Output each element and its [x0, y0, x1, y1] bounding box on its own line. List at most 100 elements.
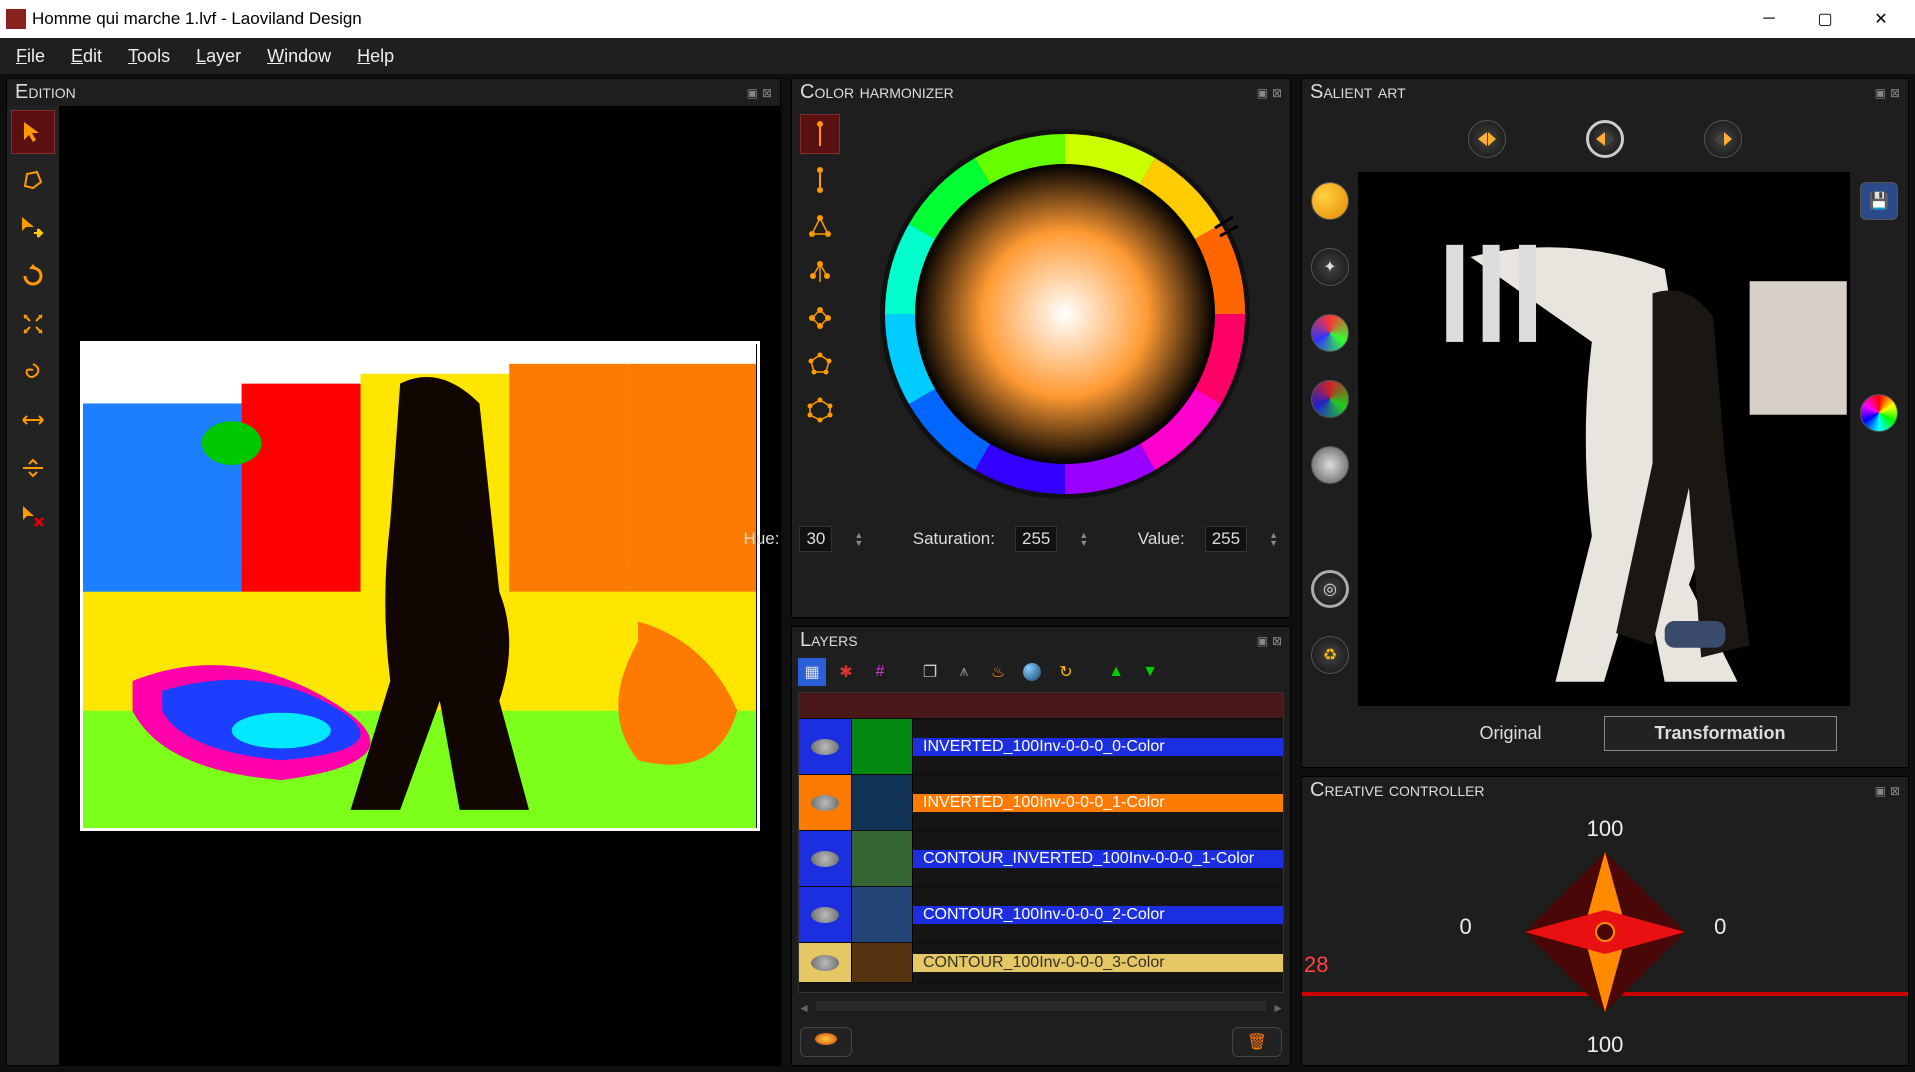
- scheme-analogous[interactable]: [800, 344, 840, 384]
- cc-right-val: 0: [1714, 914, 1726, 940]
- scheme-triad[interactable]: [800, 206, 840, 246]
- layer-label: CONTOUR_INVERTED_100Inv-0-0-0_1-Color: [913, 850, 1283, 868]
- tab-transformation[interactable]: Transformation: [1604, 716, 1837, 751]
- cc-bottom-val: 100: [1587, 1032, 1624, 1058]
- layer-row[interactable]: INVERTED_100Inv-0-0-0_1-Color: [799, 775, 1283, 831]
- panel-float-icon[interactable]: ▣: [1257, 86, 1268, 100]
- layers-btn-sphere[interactable]: [1018, 658, 1046, 686]
- canvas[interactable]: [80, 341, 760, 831]
- panel-close-icon[interactable]: ⊠: [1890, 86, 1900, 100]
- app-icon: [6, 9, 26, 29]
- layers-btn-dup[interactable]: ❐: [916, 658, 944, 686]
- hue-input[interactable]: 30: [799, 526, 832, 552]
- tool-vertical-icon[interactable]: [11, 446, 55, 490]
- sal-tool-rgb[interactable]: [1311, 314, 1349, 352]
- creative-controller-pad[interactable]: 100 0 0 100 28: [1302, 804, 1908, 1065]
- sal-save-icon[interactable]: 💾: [1860, 182, 1898, 220]
- color-wheel[interactable]: [848, 114, 1282, 514]
- tool-move[interactable]: [11, 206, 55, 250]
- menubar: File Edit Tools Layer Window Help: [0, 38, 1915, 74]
- menu-help[interactable]: Help: [345, 40, 406, 73]
- panel-title-edition: Edition ▣⊠: [7, 79, 780, 106]
- layers-btn-merge[interactable]: ⩚: [950, 658, 978, 686]
- layers-colorize-button[interactable]: [800, 1027, 852, 1057]
- panel-float-icon[interactable]: ▣: [1875, 784, 1886, 798]
- close-button[interactable]: ✕: [1853, 0, 1909, 38]
- tool-polygon[interactable]: [11, 158, 55, 202]
- salient-tabs: Original Transformation: [1308, 706, 1902, 761]
- layers-btn-cycle[interactable]: ↻: [1052, 658, 1080, 686]
- hue-label: Hue:: [744, 529, 780, 549]
- sal-tool-color[interactable]: [1311, 182, 1349, 220]
- menu-tools[interactable]: Tools: [116, 40, 182, 73]
- menu-edit[interactable]: Edit: [59, 40, 114, 73]
- salient-mode-row: [1308, 112, 1902, 172]
- scheme-complementary[interactable]: [800, 160, 840, 200]
- hue-spinner[interactable]: ▲▼: [854, 531, 863, 547]
- sal-tool-bw[interactable]: [1311, 446, 1349, 484]
- cc-top-val: 100: [1587, 816, 1624, 842]
- window-titlebar: Homme qui marche 1.lvf - Laoviland Desig…: [0, 0, 1915, 38]
- panel-close-icon[interactable]: ⊠: [762, 86, 772, 100]
- layer-row-timeline[interactable]: [799, 693, 1283, 719]
- sal-tool-star[interactable]: ✦: [1311, 248, 1349, 286]
- salient-mode-1[interactable]: [1468, 120, 1506, 158]
- tool-pointer[interactable]: [11, 110, 55, 154]
- scheme-single[interactable]: [800, 114, 840, 154]
- layers-delete-button[interactable]: 🗑: [1232, 1027, 1282, 1057]
- layers-btn-up[interactable]: ▲: [1102, 658, 1130, 686]
- menu-layer[interactable]: Layer: [184, 40, 253, 73]
- layers-btn-fx2[interactable]: #: [866, 658, 894, 686]
- panel-float-icon[interactable]: ▣: [747, 86, 758, 100]
- eye-icon[interactable]: [811, 955, 839, 971]
- eye-icon[interactable]: [811, 795, 839, 811]
- tool-scale[interactable]: [11, 302, 55, 346]
- sal-tool-target[interactable]: ◎: [1311, 570, 1349, 608]
- maximize-button[interactable]: ▢: [1797, 0, 1853, 38]
- panel-close-icon[interactable]: ⊠: [1272, 86, 1282, 100]
- menu-file[interactable]: File: [4, 40, 57, 73]
- canvas-area[interactable]: [59, 106, 780, 1065]
- minimize-button[interactable]: ─: [1741, 0, 1797, 38]
- cc-diamond[interactable]: [1515, 842, 1695, 1022]
- salient-mode-2[interactable]: [1586, 120, 1624, 158]
- layer-row[interactable]: INVERTED_100Inv-0-0-0_0-Color: [799, 719, 1283, 775]
- val-spinner[interactable]: ▲▼: [1269, 531, 1278, 547]
- panel-float-icon[interactable]: ▣: [1875, 86, 1886, 100]
- sal-color-picker[interactable]: [1860, 394, 1898, 432]
- scheme-square[interactable]: [800, 298, 840, 338]
- layer-row[interactable]: CONTOUR_INVERTED_100Inv-0-0-0_1-Color: [799, 831, 1283, 887]
- layer-scrollbar[interactable]: ◄►: [798, 999, 1284, 1017]
- layers-btn-down[interactable]: ▼: [1136, 658, 1164, 686]
- tool-rotate[interactable]: [11, 254, 55, 298]
- panel-close-icon[interactable]: ⊠: [1272, 634, 1282, 648]
- tab-original[interactable]: Original: [1429, 717, 1591, 750]
- tool-horizontal-icon[interactable]: [11, 398, 55, 442]
- tool-delete[interactable]: [11, 494, 55, 538]
- layers-btn-grid[interactable]: ▦: [798, 658, 826, 686]
- workspace: Edition ▣⊠: [0, 74, 1915, 1072]
- layer-label: CONTOUR_100Inv-0-0-0_3-Color: [913, 954, 1283, 972]
- sat-spinner[interactable]: ▲▼: [1079, 531, 1088, 547]
- salient-left-tools: ✦ ◎ ♻: [1308, 172, 1352, 706]
- salient-mode-3[interactable]: [1704, 120, 1742, 158]
- layers-btn-fx1[interactable]: ✱: [832, 658, 860, 686]
- harmony-schemes: [800, 114, 840, 514]
- tool-swirl[interactable]: [11, 350, 55, 394]
- sat-input[interactable]: 255: [1015, 526, 1057, 552]
- scheme-polygon[interactable]: [800, 390, 840, 430]
- menu-window[interactable]: Window: [255, 40, 343, 73]
- sal-tool-recycle[interactable]: ♻: [1311, 636, 1349, 674]
- eye-icon[interactable]: [811, 851, 839, 867]
- panel-close-icon[interactable]: ⊠: [1890, 784, 1900, 798]
- sal-tool-rgb2[interactable]: [1311, 380, 1349, 418]
- panel-float-icon[interactable]: ▣: [1257, 634, 1268, 648]
- val-input[interactable]: 255: [1205, 526, 1247, 552]
- salient-preview[interactable]: [1358, 172, 1850, 706]
- layer-row[interactable]: CONTOUR_100Inv-0-0-0_2-Color: [799, 887, 1283, 943]
- eye-icon[interactable]: [811, 739, 839, 755]
- layer-row[interactable]: CONTOUR_100Inv-0-0-0_3-Color: [799, 943, 1283, 983]
- eye-icon[interactable]: [811, 907, 839, 923]
- layers-btn-flame[interactable]: ♨: [984, 658, 1012, 686]
- scheme-split[interactable]: [800, 252, 840, 292]
